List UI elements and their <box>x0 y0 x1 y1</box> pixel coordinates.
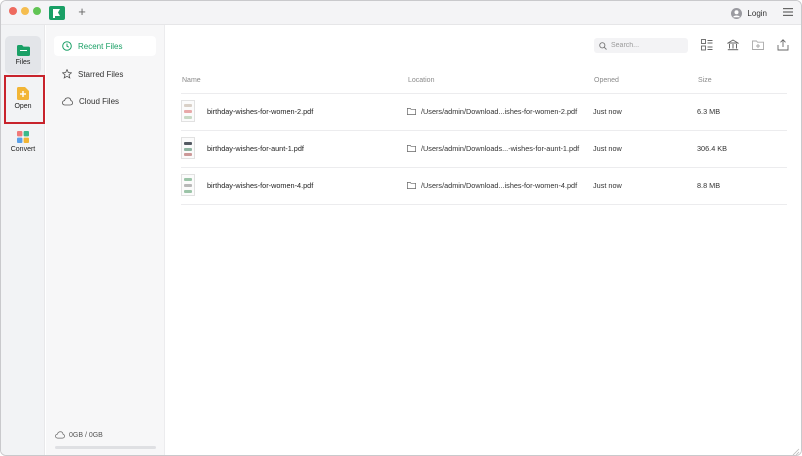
column-header-location[interactable]: Location <box>408 77 434 84</box>
column-header-size[interactable]: Size <box>698 77 712 84</box>
login-button[interactable]: Login <box>731 6 767 20</box>
new-folder-icon[interactable] <box>752 39 764 51</box>
column-header-name[interactable]: Name <box>182 77 201 84</box>
user-avatar-icon <box>731 7 743 19</box>
file-name-cell: birthday-wishes-for-women-2.pdf <box>181 100 313 122</box>
file-name: birthday-wishes-for-women-4.pdf <box>207 180 314 190</box>
location-cell: /Users/admin/Download...ishes-for-women-… <box>407 107 577 116</box>
search-input[interactable] <box>611 42 681 49</box>
column-header-opened[interactable]: Opened <box>594 77 619 84</box>
table-row[interactable]: birthday-wishes-for-women-2.pdf /Users/a… <box>181 94 787 131</box>
rail-item-files[interactable]: Files <box>5 36 41 74</box>
login-label: Login <box>747 8 767 18</box>
sidebar: Recent Files Starred Files Cloud Files 0… <box>46 25 165 455</box>
minimize-window-button[interactable] <box>21 7 29 15</box>
folder-icon <box>407 108 416 115</box>
search-box[interactable] <box>594 38 688 53</box>
storage-label: 0GB / 0GB <box>69 431 103 439</box>
resize-handle-icon[interactable] <box>790 446 800 456</box>
left-rail: Files Open Convert <box>1 25 45 455</box>
file-name-cell: birthday-wishes-for-aunt-1.pdf <box>181 137 304 159</box>
share-icon[interactable] <box>777 39 789 51</box>
close-window-button[interactable] <box>9 7 17 15</box>
location-cell: /Users/admin/Download...ishes-for-women-… <box>407 181 577 190</box>
file-name: birthday-wishes-for-women-2.pdf <box>207 106 314 116</box>
hamburger-menu-icon[interactable] <box>783 7 793 17</box>
table-header: Name Location Opened Size <box>181 70 787 94</box>
sidebar-label-recent-files: Recent Files <box>78 41 123 51</box>
app-window: + Login Files Open Convert Recent Files … <box>0 0 802 456</box>
rail-label-files: Files <box>15 58 31 66</box>
sidebar-item-starred-files[interactable]: Starred Files <box>54 64 156 84</box>
star-icon <box>62 69 72 79</box>
rail-label-convert: Convert <box>10 146 36 153</box>
files-folder-icon <box>16 44 30 56</box>
file-location: /Users/admin/Download...ishes-for-women-… <box>421 107 578 116</box>
pdf-thumbnail-icon <box>181 100 195 122</box>
maximize-window-button[interactable] <box>33 7 41 15</box>
file-size: 6.3 MB <box>697 107 721 116</box>
file-opened: Just now <box>593 107 622 116</box>
pdf-thumbnail-icon <box>181 174 195 196</box>
sidebar-label-starred-files: Starred Files <box>78 69 124 79</box>
storage-indicator: 0GB / 0GB <box>55 431 103 439</box>
file-location: /Users/admin/Download...ishes-for-women-… <box>421 181 578 190</box>
clock-icon <box>62 41 72 51</box>
file-size: 8.8 MB <box>697 181 721 190</box>
storage-progress-bar <box>55 446 156 449</box>
rail-item-convert[interactable]: Convert <box>5 123 41 161</box>
folder-icon <box>407 182 416 189</box>
new-tab-button[interactable]: + <box>75 4 89 20</box>
storage-cloud-icon <box>55 431 65 439</box>
sidebar-item-recent-files[interactable]: Recent Files <box>54 36 156 56</box>
table-row[interactable]: birthday-wishes-for-women-4.pdf /Users/a… <box>181 168 787 205</box>
cloud-icon <box>62 96 73 105</box>
sidebar-item-cloud-files[interactable]: Cloud Files <box>54 91 156 111</box>
sidebar-label-cloud-files: Cloud Files <box>79 96 120 106</box>
table-row[interactable]: birthday-wishes-for-aunt-1.pdf /Users/ad… <box>181 131 787 168</box>
file-opened: Just now <box>593 144 622 153</box>
file-name-cell: birthday-wishes-for-women-4.pdf <box>181 174 313 196</box>
title-bar: + Login <box>1 1 801 25</box>
file-name: birthday-wishes-for-aunt-1.pdf <box>207 143 304 153</box>
app-logo-icon[interactable] <box>49 6 65 20</box>
open-highlight-box <box>4 75 45 124</box>
file-size: 306.4 KB <box>697 144 728 153</box>
recent-files-table: Name Location Opened Size birthday-wishe… <box>181 70 787 205</box>
search-icon <box>599 41 607 50</box>
location-cell: /Users/admin/Downloads...-wishes-for-aun… <box>407 144 579 153</box>
file-opened: Just now <box>593 181 622 190</box>
main-content: Name Location Opened Size birthday-wishe… <box>166 25 801 456</box>
list-view-icon[interactable] <box>701 39 713 51</box>
convert-grid-icon <box>17 131 29 143</box>
pdf-thumbnail-icon <box>181 137 195 159</box>
bank-icon[interactable] <box>727 39 739 51</box>
file-location: /Users/admin/Downloads...-wishes-for-aun… <box>421 144 580 153</box>
folder-icon <box>407 145 416 152</box>
